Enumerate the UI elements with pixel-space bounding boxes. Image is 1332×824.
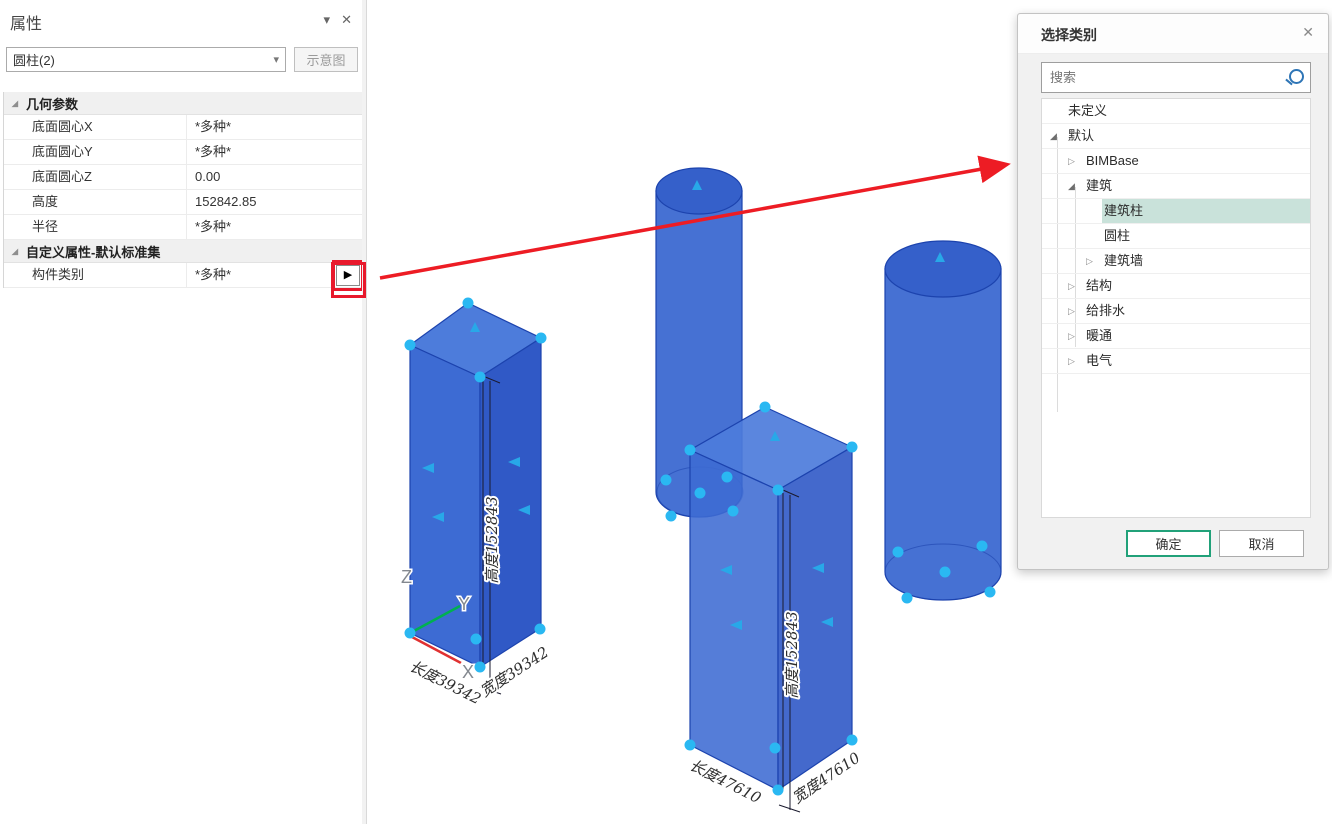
expander-collapsed-icon[interactable]: ▷: [1068, 306, 1084, 317]
panel-titlebar: 属性 ▾ ✕: [0, 0, 362, 40]
property-row: 底面圆心Y*多种*: [4, 140, 363, 165]
tree-item-结构[interactable]: ▷结构: [1042, 274, 1310, 299]
tree-item-label: 给排水: [1084, 299, 1310, 323]
expander-collapsed-icon[interactable]: ▷: [1086, 256, 1102, 267]
tree-item-label: 暖通: [1084, 324, 1310, 348]
tree-item-未定义[interactable]: 未定义: [1042, 99, 1310, 124]
property-row: 高度152842.85: [4, 190, 363, 215]
section-header[interactable]: ◢几何参数: [4, 92, 363, 115]
section-title: 几何参数: [26, 94, 78, 113]
ok-button[interactable]: 确定: [1126, 530, 1211, 557]
dialog-close-icon[interactable]: ✕: [1302, 24, 1314, 41]
cancel-button[interactable]: 取消: [1219, 530, 1304, 557]
element-type-selector[interactable]: 圆柱(2) ▾: [6, 47, 286, 72]
property-label: 高度: [4, 190, 186, 214]
property-row: 半径*多种*: [4, 215, 363, 240]
axis-z-label: Z: [401, 567, 412, 587]
category-expand-button[interactable]: ▶: [336, 265, 360, 286]
tree-item-电气[interactable]: ▷电气: [1042, 349, 1310, 374]
expander-expanded-icon[interactable]: ◢: [1068, 181, 1084, 192]
property-value[interactable]: *多种*: [186, 140, 363, 164]
schematic-button[interactable]: 示意图: [294, 47, 358, 72]
property-label: 构件类别: [4, 263, 186, 287]
dialog-title: 选择类别: [1041, 25, 1097, 45]
tree-item-label: 建筑: [1084, 174, 1310, 198]
category-tree: 未定义◢默认▷BIMBase◢建筑建筑柱圆柱▷建筑墙▷结构▷给排水▷暖通▷电气: [1041, 98, 1311, 518]
property-label: 底面圆心X: [4, 115, 186, 139]
section-title: 自定义属性-默认标准集: [26, 242, 160, 261]
tree-item-BIMBase[interactable]: ▷BIMBase: [1042, 149, 1310, 174]
expander-collapsed-icon[interactable]: ▷: [1068, 356, 1084, 367]
panel-collapse-icon[interactable]: ▾: [323, 12, 330, 28]
tree-item-label: 结构: [1084, 274, 1310, 298]
box-1[interactable]: [410, 303, 541, 667]
search-icon[interactable]: [1284, 67, 1306, 89]
property-sections: ◢几何参数底面圆心X*多种*底面圆心Y*多种*底面圆心Z0.00高度152842…: [3, 92, 363, 288]
tree-item-label: 未定义: [1066, 99, 1310, 123]
category-search-box: [1041, 62, 1311, 93]
properties-panel: 属性 ▾ ✕ 圆柱(2) ▾ 示意图 ◢几何参数底面圆心X*多种*底面圆心Y*多…: [0, 0, 363, 824]
expander-collapsed-icon[interactable]: ▷: [1068, 281, 1084, 292]
box-2[interactable]: [690, 407, 852, 790]
property-label: 半径: [4, 215, 186, 239]
category-search-input[interactable]: [1042, 70, 1284, 85]
dialog-titlebar: 选择类别 ✕: [1018, 14, 1328, 54]
property-label: 底面圆心Z: [4, 165, 186, 189]
property-value[interactable]: 0.00: [186, 165, 363, 189]
property-value[interactable]: 152842.85: [186, 190, 363, 214]
section-header[interactable]: ◢自定义属性-默认标准集: [4, 240, 363, 263]
expander-collapsed-icon[interactable]: ▷: [1068, 331, 1084, 342]
axis-x-label: X: [462, 662, 474, 682]
panel-close-icon[interactable]: ✕: [341, 12, 352, 28]
tree-item-label: BIMBase: [1084, 149, 1310, 173]
tree-item-暖通[interactable]: ▷暖通: [1042, 324, 1310, 349]
expander-collapsed-icon[interactable]: ▷: [1068, 156, 1084, 167]
tree-item-建筑柱[interactable]: 建筑柱: [1042, 199, 1310, 224]
section-collapse-icon: ◢: [4, 99, 26, 108]
tree-item-建筑[interactable]: ◢建筑: [1042, 174, 1310, 199]
tree-item-label: 圆柱: [1102, 224, 1310, 248]
property-row: 底面圆心Z0.00: [4, 165, 363, 190]
tree-item-label: 建筑墙: [1102, 249, 1310, 273]
panel-title: 属性: [10, 10, 42, 34]
property-value[interactable]: *多种*: [186, 115, 363, 139]
tree-item-圆柱[interactable]: 圆柱: [1042, 224, 1310, 249]
property-label: 底面圆心Y: [4, 140, 186, 164]
chevron-down-icon: ▾: [273, 53, 279, 66]
tree-item-label: 默认: [1066, 124, 1310, 148]
tree-item-默认[interactable]: ◢默认: [1042, 124, 1310, 149]
section-collapse-icon: ◢: [4, 247, 26, 256]
tree-item-label: 电气: [1084, 349, 1310, 373]
select-category-dialog: 选择类别 ✕ 未定义◢默认▷BIMBase◢建筑建筑柱圆柱▷建筑墙▷结构▷给排水…: [1017, 13, 1329, 570]
property-row: 底面圆心X*多种*: [4, 115, 363, 140]
tree-item-label: 建筑柱: [1102, 199, 1310, 223]
box2-height-label: 高度152843: [783, 611, 801, 698]
box1-height-label: 高度152843: [483, 496, 501, 583]
axis-y-label: Y: [458, 594, 470, 614]
property-row: 构件类别*多种*▶: [4, 263, 363, 288]
element-type-value: 圆柱(2): [13, 50, 273, 69]
property-value[interactable]: *多种*: [186, 215, 363, 239]
expander-expanded-icon[interactable]: ◢: [1050, 131, 1066, 142]
tree-item-建筑墙[interactable]: ▷建筑墙: [1042, 249, 1310, 274]
tree-item-给排水[interactable]: ▷给排水: [1042, 299, 1310, 324]
